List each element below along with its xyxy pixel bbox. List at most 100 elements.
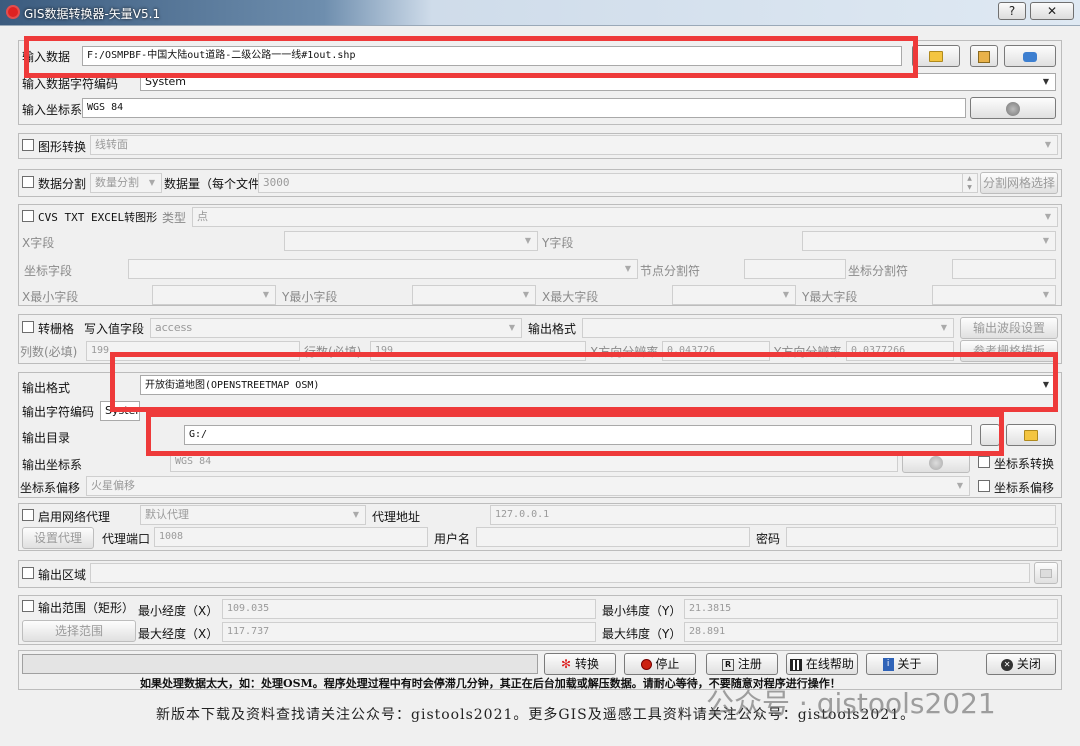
input-crs-label: 输入坐标系 [22,103,83,117]
browse-output-button[interactable] [1006,424,1056,446]
info-icon: i [882,658,894,671]
xmax-field-select[interactable]: ▼ [672,285,796,305]
add-file-button[interactable] [970,45,998,67]
ymax-field-select[interactable]: ▼ [932,285,1056,305]
split-count-field[interactable]: 3000 [258,173,978,193]
rows-field[interactable]: 199 [370,341,586,361]
x-field-label: X字段 [22,236,55,250]
yres-field[interactable]: 0.0377266 [846,341,954,361]
chevron-down-icon: ▼ [1044,140,1052,149]
ref-grid-button[interactable]: 参考栅格模板 [960,340,1058,362]
csv-label: CVS TXT EXCEL转图形 [38,211,158,224]
split-checkbox[interactable] [22,176,34,188]
coord-field-select[interactable]: ▼ [128,259,638,279]
input-charset-label: 输入数据字符编码 [22,77,119,91]
set-proxy-label: 设置代理 [33,531,82,545]
layer-button[interactable] [1004,45,1056,67]
help-titlebar-button[interactable]: ? [998,2,1026,20]
about-button[interactable]: i 关于 [866,653,938,675]
input-data-field[interactable]: F:/OSMPBF-中国大陆out道路-二级公路一一线#1out.shp [82,46,902,66]
proxy-label: 启用网络代理 [38,510,111,524]
region-field[interactable] [90,563,1030,583]
raster-format-select[interactable]: ▼ [582,318,954,338]
select-extent-button[interactable]: 选择范围 [22,620,136,642]
max-lat-field[interactable]: 28.891 [684,622,1058,642]
output-charset-select[interactable]: System [100,401,140,421]
csv-type-select[interactable]: 点 ▼ [192,207,1058,227]
layers-icon [1023,51,1037,62]
region-browse-button[interactable] [1034,562,1058,584]
max-lon-label: 最大经度（X） [138,627,219,641]
shape-convert-label: 图形转换 [38,140,87,154]
stop-label: 停止 [655,657,680,671]
title-bar[interactable]: GIS数据转换器-矢量V5.1 ? ✕ [0,0,1080,26]
split-label: 数据分割 [38,177,87,191]
browse-input-button[interactable] [912,45,960,67]
chevron-down-icon: ▼ [1042,380,1050,389]
cols-field[interactable]: 199 [86,341,300,361]
input-crs-field[interactable]: WGS 84 [82,98,966,118]
csv-checkbox[interactable] [22,210,34,222]
output-crs-field[interactable]: WGS 84 [170,452,898,472]
split-count-spinner[interactable]: ▲ ▼ [962,174,976,192]
proxy-user-field[interactable] [476,527,750,547]
proxy-port-field[interactable]: 1008 [154,527,428,547]
proxy-port-label: 代理端口 [102,532,151,546]
xmin-field-select[interactable]: ▼ [152,285,276,305]
raster-checkbox[interactable] [22,321,34,333]
output-format-select[interactable]: 开放街道地图(OPENSTREETMAP OSM) ▼ [140,375,1056,395]
chevron-down-icon: ▼ [508,323,516,332]
band-settings-button[interactable]: 输出波段设置 [960,317,1058,339]
output-crs-button[interactable] [902,451,970,473]
write-field-select[interactable]: access ▼ [150,318,522,338]
coord-sep-field[interactable] [952,259,1056,279]
output-dir-extra-button[interactable] [980,424,1000,446]
min-lat-label: 最小纬度（Y） [602,604,682,618]
write-field-label: 写入值字段 [84,322,145,336]
output-dir-field[interactable]: G:/ [184,425,972,445]
about-label: 关于 [897,657,922,671]
proxy-mode-select[interactable]: 默认代理 ▼ [140,505,366,525]
online-help-button[interactable]: 在线帮助 [786,653,858,675]
ymin-field-select[interactable]: ▼ [412,285,536,305]
input-data-label: 输入数据 [22,50,71,64]
gear-icon: ✻ [561,657,572,671]
close-button[interactable]: ✕ 关闭 [986,653,1056,675]
convert-button[interactable]: ✻ 转换 [544,653,616,675]
offset-select[interactable]: 火星偏移 ▼ [86,476,970,496]
close-titlebar-button[interactable]: ✕ [1030,2,1074,20]
raster-label: 转栅格 [38,322,75,336]
min-lat-field[interactable]: 21.3815 [684,599,1058,619]
split-count-label: 数据量（每个文件 [164,177,261,191]
proxy-pwd-field[interactable] [786,527,1058,547]
offset-checkbox[interactable] [978,480,990,492]
watermark: 公众号 · gistools2021 [706,687,996,720]
node-sep-field[interactable] [744,259,846,279]
region-label: 输出区域 [38,568,87,582]
proxy-checkbox[interactable] [22,509,34,521]
y-field-select[interactable]: ▼ [802,231,1056,251]
split-grid-button[interactable]: 分割网格选择 [980,172,1058,194]
proxy-pwd-label: 密码 [756,532,781,546]
shape-convert-select[interactable]: 线转面 ▼ [90,135,1058,155]
chevron-down-icon: ▼ [522,290,530,299]
min-lon-field[interactable]: 109.035 [222,599,596,619]
x-field-select[interactable]: ▼ [284,231,538,251]
input-crs-button[interactable] [970,97,1056,119]
chevron-down-icon: ▼ [524,236,532,245]
extent-checkbox[interactable] [22,600,34,612]
xres-label: X方向分辨率 [590,345,659,359]
xres-field[interactable]: 0.043726 [662,341,770,361]
proxy-addr-field[interactable]: 127.0.0.1 [490,505,1056,525]
offset-label: 坐标系偏移 [20,481,81,495]
input-charset-select[interactable]: System ▼ [140,73,1056,91]
register-button[interactable]: R 注册 [706,653,778,675]
split-mode-select[interactable]: 数量分割 ▼ [90,173,162,193]
region-checkbox[interactable] [22,567,34,579]
crs-convert-checkbox[interactable] [978,456,990,468]
proxy-addr-label: 代理地址 [372,510,421,524]
max-lon-field[interactable]: 117.737 [222,622,596,642]
set-proxy-button[interactable]: 设置代理 [22,527,94,549]
stop-button[interactable]: 停止 [624,653,696,675]
shape-convert-checkbox[interactable] [22,139,34,151]
